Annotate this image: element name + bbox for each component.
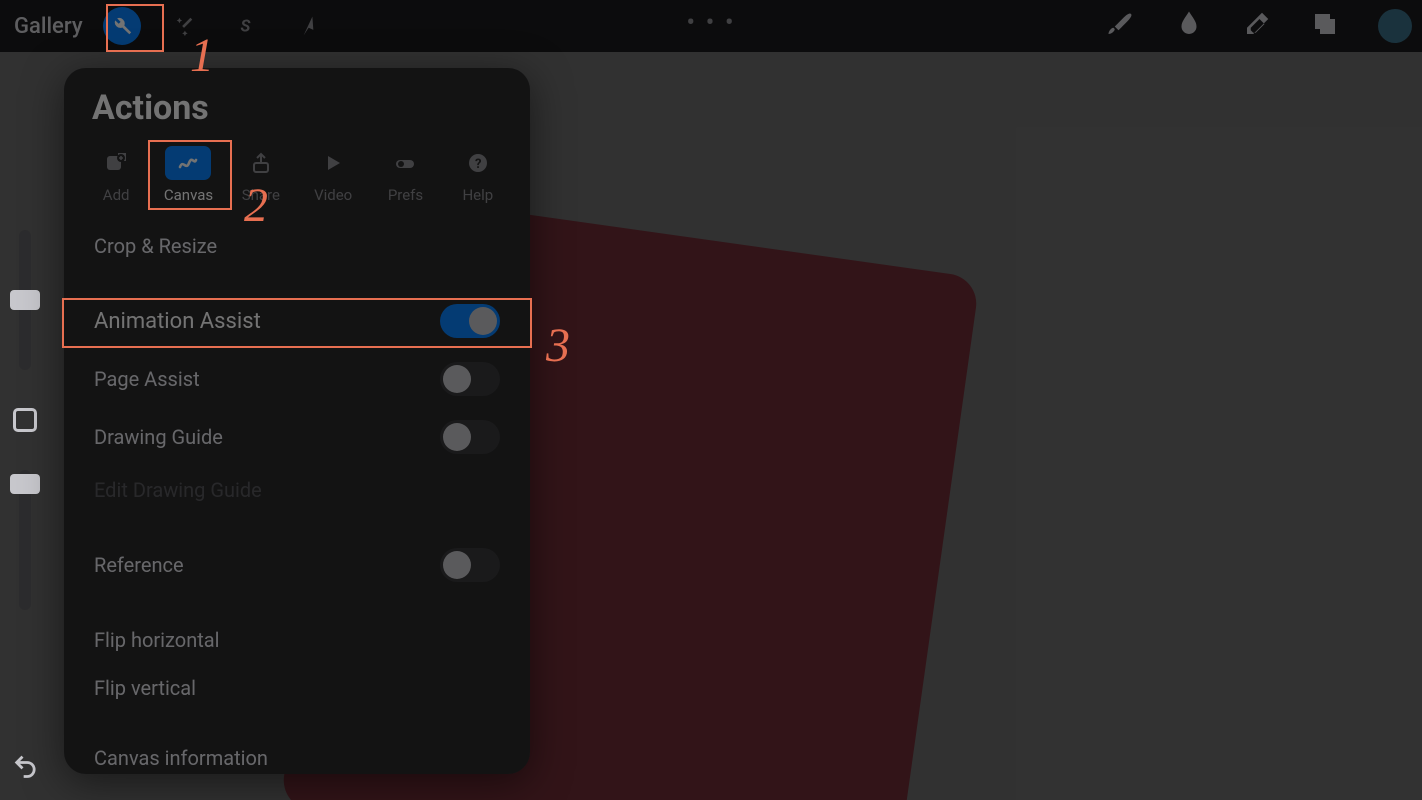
wand-icon bbox=[165, 7, 203, 45]
brush-tool-button[interactable] bbox=[1106, 9, 1136, 43]
edit-drawing-guide-label: Edit Drawing Guide bbox=[94, 478, 262, 502]
gallery-button[interactable]: Gallery bbox=[14, 14, 83, 39]
popover-title: Actions bbox=[64, 88, 530, 142]
undo-icon bbox=[12, 752, 40, 780]
reference-toggle[interactable] bbox=[440, 548, 500, 582]
toolbar-left-group: S bbox=[101, 5, 329, 47]
tab-share[interactable]: Share bbox=[227, 142, 295, 214]
brush-icon bbox=[1106, 9, 1136, 39]
drawing-guide-toggle[interactable] bbox=[440, 420, 500, 454]
arrow-icon bbox=[289, 7, 327, 45]
row-reference[interactable]: Reference bbox=[64, 536, 530, 594]
row-crop-resize[interactable]: Crop & Resize bbox=[64, 222, 530, 270]
canvas-information-label: Canvas information bbox=[94, 746, 268, 770]
tab-canvas-label: Canvas bbox=[164, 186, 213, 204]
tab-video[interactable]: Video bbox=[299, 142, 367, 214]
side-sliders bbox=[0, 230, 50, 610]
opacity-thumb[interactable] bbox=[10, 474, 40, 494]
undo-button[interactable] bbox=[12, 752, 40, 784]
smudge-icon bbox=[1174, 9, 1204, 39]
row-flip-vertical[interactable]: Flip vertical bbox=[64, 664, 530, 712]
smudge-tool-button[interactable] bbox=[1174, 9, 1204, 43]
crop-resize-label: Crop & Resize bbox=[94, 234, 217, 258]
toggle-knob bbox=[443, 551, 471, 579]
top-toolbar: Gallery S • • • bbox=[0, 0, 1422, 52]
tab-video-label: Video bbox=[314, 186, 352, 204]
row-edit-drawing-guide: Edit Drawing Guide bbox=[64, 466, 530, 514]
selection-icon: S bbox=[227, 7, 265, 45]
add-icon bbox=[93, 146, 139, 180]
row-animation-assist[interactable]: Animation Assist bbox=[64, 292, 530, 350]
color-picker-button[interactable] bbox=[1378, 9, 1412, 43]
toolbar-right-group bbox=[1106, 0, 1412, 52]
toggle-knob bbox=[443, 423, 471, 451]
selection-tool-button[interactable]: S bbox=[225, 5, 267, 47]
page-assist-label: Page Assist bbox=[94, 367, 200, 391]
reference-label: Reference bbox=[94, 553, 184, 577]
tab-canvas[interactable]: Canvas bbox=[154, 142, 222, 214]
brush-size-thumb[interactable] bbox=[10, 290, 40, 310]
actions-tool-button[interactable] bbox=[101, 5, 143, 47]
share-icon bbox=[238, 146, 284, 180]
canvas-options-list: Crop & Resize Animation Assist Page Assi… bbox=[64, 222, 530, 782]
modify-button[interactable] bbox=[13, 408, 37, 432]
tab-prefs[interactable]: Prefs bbox=[371, 142, 439, 214]
row-page-assist[interactable]: Page Assist bbox=[64, 350, 530, 408]
video-icon bbox=[310, 146, 356, 180]
toggle-knob bbox=[443, 365, 471, 393]
wrench-icon bbox=[103, 7, 141, 45]
tab-prefs-label: Prefs bbox=[388, 186, 423, 204]
row-canvas-information[interactable]: Canvas information bbox=[64, 734, 530, 782]
eraser-tool-button[interactable] bbox=[1242, 9, 1272, 43]
tab-share-label: Share bbox=[242, 186, 280, 204]
canvas-icon bbox=[165, 146, 211, 180]
actions-popover: Actions Add Canvas Share Video bbox=[64, 68, 530, 774]
layers-icon bbox=[1310, 9, 1340, 39]
tab-add-label: Add bbox=[103, 186, 130, 204]
flip-vertical-label: Flip vertical bbox=[94, 676, 196, 700]
brush-size-slider[interactable] bbox=[19, 230, 31, 370]
help-icon: ? bbox=[455, 146, 501, 180]
opacity-slider[interactable] bbox=[19, 470, 31, 610]
toggle-knob bbox=[469, 307, 497, 335]
more-menu-button[interactable]: • • • bbox=[686, 8, 735, 38]
animation-assist-label: Animation Assist bbox=[94, 309, 261, 334]
svg-text:?: ? bbox=[475, 157, 481, 172]
tab-help-label: Help bbox=[462, 186, 493, 204]
svg-text:S: S bbox=[240, 18, 250, 37]
transform-tool-button[interactable] bbox=[287, 5, 329, 47]
animation-assist-toggle[interactable] bbox=[440, 304, 500, 338]
actions-tabs: Add Canvas Share Video Prefs bbox=[64, 142, 530, 214]
flip-horizontal-label: Flip horizontal bbox=[94, 628, 220, 652]
page-assist-toggle[interactable] bbox=[440, 362, 500, 396]
drawing-guide-label: Drawing Guide bbox=[94, 425, 223, 449]
row-drawing-guide[interactable]: Drawing Guide bbox=[64, 408, 530, 466]
layers-button[interactable] bbox=[1310, 9, 1340, 43]
row-flip-horizontal[interactable]: Flip horizontal bbox=[64, 616, 530, 664]
tab-add[interactable]: Add bbox=[82, 142, 150, 214]
prefs-icon bbox=[382, 146, 428, 180]
eraser-icon bbox=[1242, 9, 1272, 39]
adjustments-tool-button[interactable] bbox=[163, 5, 205, 47]
tab-help[interactable]: ? Help bbox=[444, 142, 512, 214]
